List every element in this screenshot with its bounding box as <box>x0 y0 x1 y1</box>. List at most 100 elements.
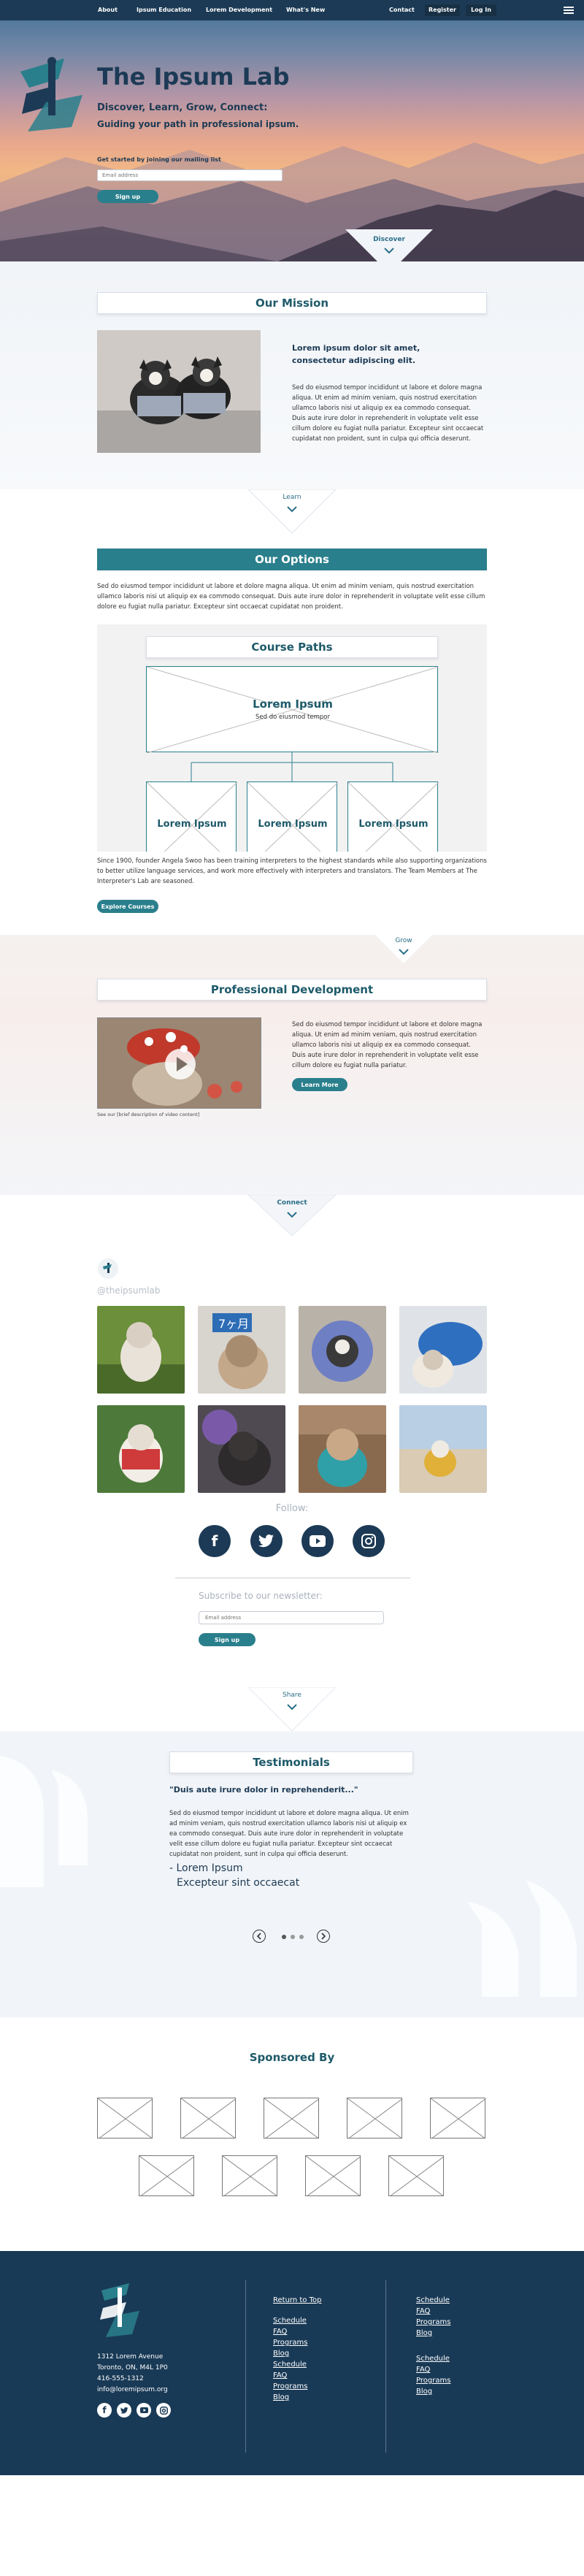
instagram-photo[interactable] <box>299 1306 386 1394</box>
footer-link[interactable]: Schedule <box>273 2315 307 2326</box>
twitter-icon[interactable] <box>250 1525 283 1557</box>
footer-link[interactable]: Blog <box>273 2392 307 2403</box>
nav-link-lorem-development[interactable]: Lorem Development <box>206 7 272 13</box>
learn-label[interactable]: Learn <box>248 494 336 501</box>
login-button[interactable]: Log In <box>466 4 496 16</box>
chevron-down-icon[interactable] <box>286 1211 298 1218</box>
footer-link[interactable]: FAQ <box>273 2370 307 2381</box>
svg-text:7ヶ月: 7ヶ月 <box>218 1317 249 1331</box>
footer-link[interactable]: Programs <box>416 2317 450 2328</box>
chevron-down-icon[interactable] <box>286 1703 298 1711</box>
options-history: Since 1900, founder Angela Swoo has been… <box>97 857 487 885</box>
connect-label[interactable]: Connect <box>248 1199 336 1207</box>
connect-divider: Connect <box>0 1195 584 1239</box>
footer-link[interactable]: Programs <box>416 2375 450 2386</box>
learn-more-button[interactable]: Learn More <box>292 1078 347 1091</box>
chevron-down-icon[interactable] <box>383 247 395 254</box>
sponsor-logo[interactable] <box>388 2155 444 2196</box>
grow-label[interactable]: Grow <box>360 937 447 944</box>
logo-icon <box>20 57 82 131</box>
instagram-photo[interactable] <box>399 1306 487 1394</box>
facebook-icon[interactable]: f <box>199 1525 231 1557</box>
newsletter-label: Subscribe to our newsletter: <box>199 1591 323 1601</box>
sponsor-logo[interactable] <box>97 2098 153 2139</box>
hero-tagline-2: Guiding your path in professional ipsum. <box>97 119 299 129</box>
sponsor-logo[interactable] <box>430 2098 485 2139</box>
footer-link[interactable]: Blog <box>416 2328 450 2339</box>
footer-link[interactable]: Blog <box>273 2348 307 2359</box>
chevron-down-icon[interactable] <box>286 505 298 513</box>
sponsor-logo[interactable] <box>264 2098 319 2139</box>
learn-divider: Learn <box>0 489 584 540</box>
nav-link-whats-new[interactable]: What's New <box>286 7 325 13</box>
prodev-body: Sed do eiusmod tempor incididunt ut labo… <box>292 1021 483 1069</box>
footer-email[interactable]: info@loremipsum.org <box>97 2386 168 2393</box>
discover-tab <box>345 229 433 261</box>
instagram-photo[interactable] <box>399 1405 487 1493</box>
footer-links-col1: Schedule FAQ Programs Blog Schedule FAQ … <box>273 2315 307 2403</box>
sponsor-logo[interactable] <box>305 2155 361 2196</box>
carousel-prev-button[interactable] <box>253 1930 266 1943</box>
nav-link-contact[interactable]: Contact <box>389 7 415 13</box>
prodev-section: Grow Professional Development See our [b… <box>0 935 584 1195</box>
footer: 1312 Lorem Avenue Toronto, ON, M4L 1P0 4… <box>0 2251 584 2475</box>
carousel-dot-active[interactable] <box>282 1935 286 1939</box>
carousel-dot[interactable] <box>299 1935 304 1939</box>
footer-link[interactable]: FAQ <box>273 2326 307 2337</box>
footer-link[interactable]: Programs <box>273 2337 307 2348</box>
instagram-icon[interactable] <box>353 1525 385 1557</box>
footer-logo-icon[interactable] <box>97 2283 144 2339</box>
explore-courses-button[interactable]: Explore Courses <box>97 900 158 913</box>
footer-youtube-icon[interactable] <box>137 2403 151 2418</box>
footer-link[interactable]: Programs <box>273 2381 307 2392</box>
quote-mark-icon <box>467 1880 577 1997</box>
instagram-photo[interactable] <box>97 1405 185 1493</box>
discover-label[interactable]: Discover <box>345 236 433 243</box>
carousel-next-button[interactable] <box>317 1930 330 1943</box>
instagram-photo[interactable] <box>198 1405 285 1493</box>
instagram-avatar-icon[interactable] <box>97 1258 119 1280</box>
course-paths-title: Course Paths <box>146 636 438 658</box>
nav-link-ipsum-education[interactable]: Ipsum Education <box>137 7 191 13</box>
hero-email-input[interactable] <box>97 169 283 181</box>
carousel-dot[interactable] <box>291 1935 295 1939</box>
course-path-child-2[interactable]: Lorem Ipsum <box>247 781 338 852</box>
video-player[interactable] <box>97 1017 261 1109</box>
share-divider: Share <box>0 1687 584 1748</box>
mission-section: Our Mission Lorem ipsum dolor sit amet, … <box>0 261 584 489</box>
nav-link-about[interactable]: About <box>98 7 118 13</box>
sponsor-logo[interactable] <box>139 2155 194 2196</box>
sponsor-logo[interactable] <box>222 2155 277 2196</box>
follow-label: Follow: <box>275 1503 309 1514</box>
hamburger-menu-icon[interactable] <box>564 7 574 14</box>
chevron-down-icon[interactable] <box>398 948 410 955</box>
footer-instagram-icon[interactable] <box>156 2403 171 2418</box>
share-label[interactable]: Share <box>248 1692 336 1699</box>
prodev-heading: Professional Development <box>97 979 487 1001</box>
play-icon[interactable] <box>164 1047 197 1081</box>
footer-link[interactable]: Schedule <box>416 2295 450 2306</box>
footer-phone[interactable]: 416-555-1312 <box>97 2375 144 2382</box>
footer-link[interactable]: Schedule <box>416 2353 450 2364</box>
newsletter-email-input[interactable] <box>199 1611 384 1624</box>
footer-link[interactable]: Schedule <box>273 2359 307 2370</box>
instagram-photo[interactable] <box>299 1405 386 1493</box>
sponsor-logo[interactable] <box>347 2098 402 2139</box>
course-path-top[interactable]: Lorem Ipsum Sed do eiusmod tempor <box>146 666 439 753</box>
course-path-child-3[interactable]: Lorem Ipsum <box>347 781 439 852</box>
footer-twitter-icon[interactable] <box>117 2403 131 2418</box>
footer-link[interactable]: Blog <box>416 2386 450 2397</box>
hero-signup-button[interactable]: Sign up <box>97 190 158 203</box>
instagram-handle[interactable]: @theipsumlab <box>97 1285 161 1296</box>
footer-facebook-icon[interactable]: f <box>97 2403 112 2418</box>
instagram-photo[interactable]: 7ヶ月 <box>198 1306 285 1394</box>
instagram-photo[interactable] <box>97 1306 185 1394</box>
register-button[interactable]: Register <box>425 4 460 16</box>
newsletter-signup-button[interactable]: Sign up <box>199 1633 256 1646</box>
course-path-child-1[interactable]: Lorem Ipsum <box>146 781 237 852</box>
sponsor-logo[interactable] <box>180 2098 236 2139</box>
footer-link[interactable]: FAQ <box>416 2306 450 2317</box>
youtube-icon[interactable] <box>301 1525 334 1557</box>
return-to-top-link[interactable]: Return to Top <box>273 2295 321 2306</box>
footer-link[interactable]: FAQ <box>416 2364 450 2375</box>
